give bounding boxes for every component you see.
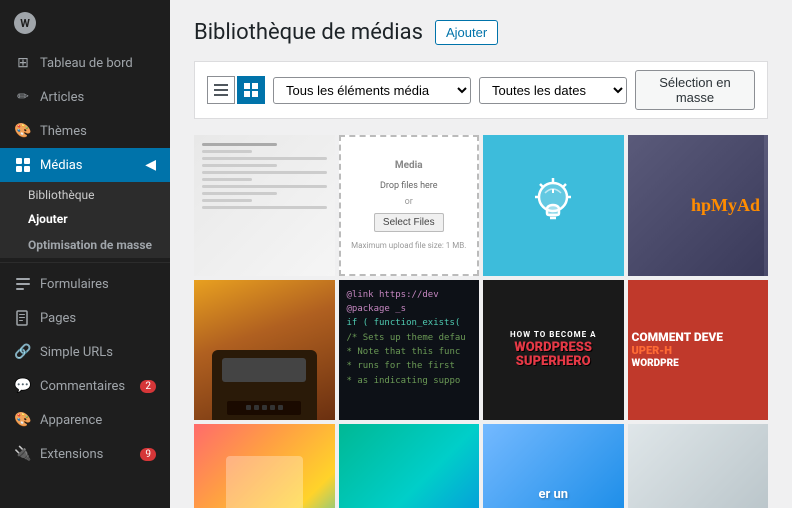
email-line [202, 178, 252, 181]
sidebar-item-label: Médias [40, 158, 83, 173]
extensions-badge: 9 [140, 448, 156, 461]
sidebar-item-themes[interactable]: 🎨 Thèmes [0, 114, 170, 148]
sidebar-item-medias[interactable]: Médias ◀ [0, 148, 170, 182]
select-files-button[interactable]: Select Files [374, 213, 444, 232]
sidebar-item-label: Pages [40, 311, 76, 326]
media-filter-select[interactable]: Tous les éléments média [273, 77, 471, 104]
media-label: HOW TO BECOME A [510, 330, 597, 339]
media-preview [226, 456, 303, 508]
sidebar-logo: W [0, 0, 170, 46]
sidebar-item-apparence[interactable]: 🎨 Apparence [0, 403, 170, 437]
media-item[interactable]: @link https://dev @package _s if ( funct… [339, 280, 480, 421]
media-item[interactable]: COMMENT DEVE UPER-H WORDPRE [628, 280, 769, 421]
articles-icon: ✏ [14, 88, 32, 106]
email-line [202, 164, 277, 167]
pages-icon [14, 309, 32, 327]
media-item[interactable] [194, 135, 335, 276]
media-label: Media [395, 160, 423, 171]
wordpress-icon: W [14, 12, 36, 34]
sidebar-item-label: Commentaires [40, 379, 125, 394]
sidebar-item-label: Apparence [40, 413, 102, 428]
extensions-icon: 🔌 [14, 445, 32, 463]
media-item[interactable] [628, 424, 769, 508]
media-label: COMMENT DEVE UPER-H WORDPRE [632, 330, 724, 370]
email-line [202, 157, 327, 160]
toolbar: Tous les éléments média Toutes les dates… [194, 61, 768, 119]
email-line [202, 143, 277, 146]
submenu-header: Bibliothèque [0, 182, 170, 206]
page-title: Bibliothèque de médias [194, 20, 423, 45]
grid-view-button[interactable] [237, 76, 265, 104]
medias-submenu: Bibliothèque Ajouter Optimisation de mas… [0, 182, 170, 258]
media-item[interactable]: HOW TO BECOME A WORDPRESSSUPERHERO [483, 280, 624, 421]
formulaires-icon [14, 275, 32, 293]
sidebar-item-label: Articles [40, 90, 84, 105]
email-line [202, 185, 327, 188]
view-toggle [207, 76, 265, 104]
sidebar-item-extensions[interactable]: 🔌 Extensions 9 [0, 437, 170, 471]
dashboard-icon: ⊞ [14, 54, 32, 72]
commentaires-icon: 💬 [14, 377, 32, 395]
media-item[interactable] [483, 135, 624, 276]
media-item[interactable]: hpMyAd [628, 135, 769, 276]
sidebar-item-label: Formulaires [40, 277, 109, 292]
bulk-select-button[interactable]: Sélection en masse [635, 70, 755, 110]
page-header: Bibliothèque de médias Ajouter [194, 20, 768, 45]
date-filter-select[interactable]: Toutes les dates [479, 77, 627, 104]
submenu-item-optimisation[interactable]: Optimisation de masse [0, 232, 170, 258]
sidebar-divider-1 [0, 262, 170, 263]
email-line [202, 206, 327, 209]
media-item[interactable] [194, 280, 335, 421]
media-grid: Media Drop files here or Select Files Ma… [194, 135, 768, 508]
media-label: Drop files here [380, 181, 438, 191]
email-line [202, 150, 252, 153]
sidebar: W ⊞ Tableau de bord ✏ Articles 🎨 Thèmes … [0, 0, 170, 508]
email-line [202, 192, 277, 195]
simple-urls-icon: 🔗 [14, 343, 32, 361]
email-line [202, 199, 252, 202]
sidebar-item-simple-urls[interactable]: 🔗 Simple URLs [0, 335, 170, 369]
sidebar-item-label: Simple URLs [40, 345, 113, 360]
media-icon [14, 156, 32, 174]
commentaires-badge: 2 [140, 380, 156, 393]
media-label: or [405, 197, 413, 207]
media-item[interactable]: er un [483, 424, 624, 508]
media-item[interactable] [194, 424, 335, 508]
sidebar-item-label: Tableau de bord [40, 56, 133, 71]
sidebar-item-label: Thèmes [40, 124, 87, 139]
sidebar-item-formulaires[interactable]: Formulaires [0, 267, 170, 301]
media-label: er un [538, 487, 568, 502]
sidebar-item-commentaires[interactable]: 💬 Commentaires 2 [0, 369, 170, 403]
sidebar-item-articles[interactable]: ✏ Articles [0, 80, 170, 114]
media-item[interactable]: Healthy lorem ipsum [339, 424, 480, 508]
add-media-button[interactable]: Ajouter [435, 20, 498, 45]
apparence-icon: 🎨 [14, 411, 32, 429]
media-label: WORDPRESSSUPERHERO [514, 341, 592, 370]
media-label: hpMyAd [691, 195, 760, 216]
media-label: @link https://dev @package _s if ( funct… [347, 288, 472, 389]
themes-icon: 🎨 [14, 122, 32, 140]
sidebar-item-pages[interactable]: Pages [0, 301, 170, 335]
list-view-button[interactable] [207, 76, 235, 104]
media-item[interactable]: Media Drop files here or Select Files Ma… [339, 135, 480, 276]
sidebar-item-tableau[interactable]: ⊞ Tableau de bord [0, 46, 170, 80]
media-label: Maximum upload file size: 1 MB. [351, 241, 466, 250]
sidebar-item-label: Extensions [40, 447, 103, 462]
main-content: Bibliothèque de médias Ajouter [170, 0, 792, 508]
submenu-item-ajouter[interactable]: Ajouter [0, 206, 170, 232]
email-line [202, 171, 327, 174]
